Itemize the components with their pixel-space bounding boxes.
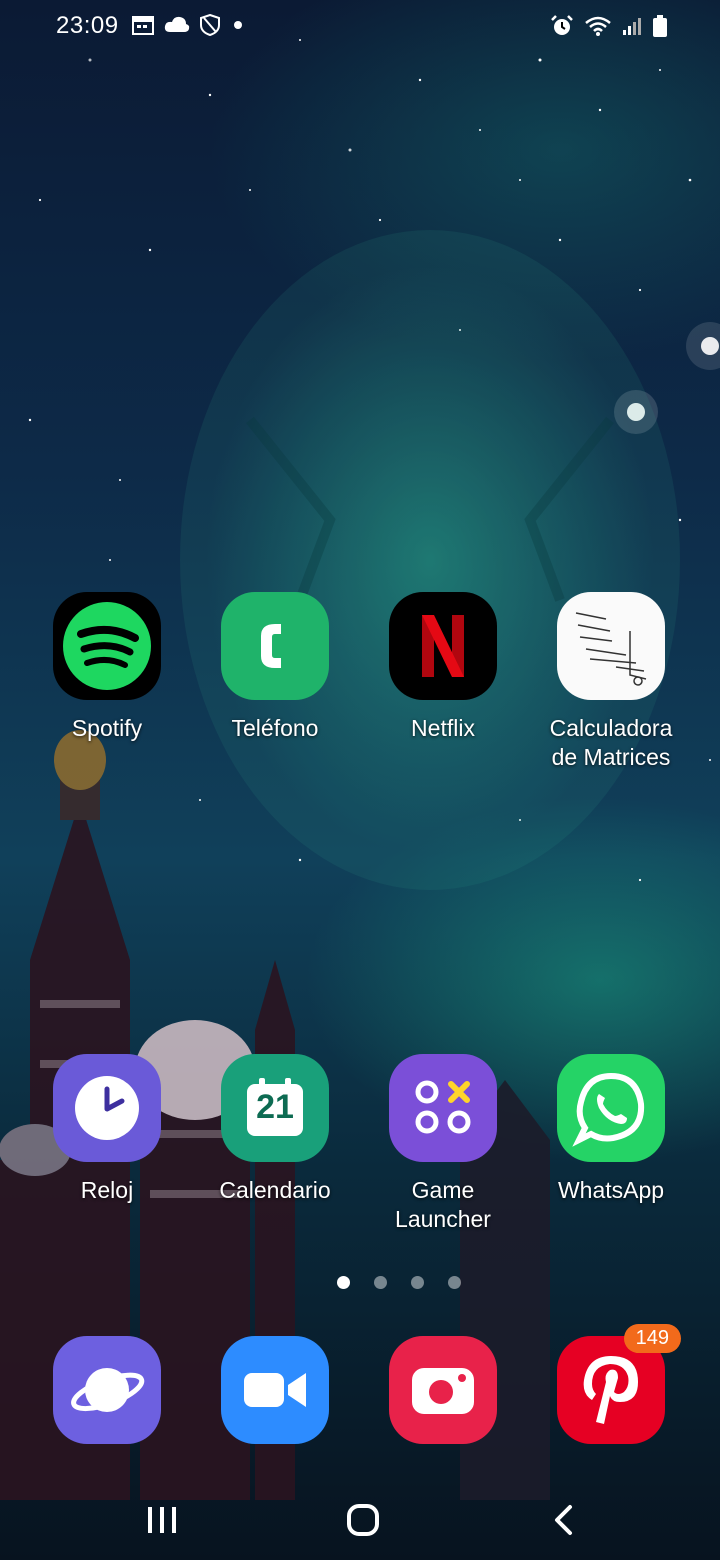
dock-internet[interactable]	[23, 1336, 191, 1444]
page-dot[interactable]	[337, 1276, 350, 1289]
camera-icon	[389, 1336, 497, 1444]
wifi-icon	[584, 15, 612, 42]
calendar-app-icon: 21	[221, 1054, 329, 1162]
app-label: Game Launcher	[395, 1177, 491, 1232]
page-dot[interactable]	[448, 1276, 461, 1289]
dock-pinterest[interactable]: 149	[527, 1324, 695, 1444]
alarm-icon	[550, 14, 574, 43]
page-dot[interactable]	[374, 1276, 387, 1289]
signal-icon	[622, 16, 642, 41]
navigation-bar	[0, 1480, 720, 1560]
app-label: Netflix	[411, 715, 475, 741]
shield-icon	[200, 13, 220, 41]
app-spotify[interactable]: Spotify	[23, 592, 191, 743]
matrix-calculator-icon	[557, 592, 665, 700]
spotify-icon	[53, 592, 161, 700]
calendar-day: 21	[256, 1088, 294, 1126]
pinterest-icon: 149	[557, 1324, 681, 1444]
notification-dot-icon	[230, 17, 246, 38]
app-game-launcher[interactable]: Game Launcher	[359, 1054, 527, 1234]
page-dot-home[interactable]	[300, 1276, 313, 1289]
battery-icon	[652, 14, 668, 43]
game-launcher-icon	[389, 1054, 497, 1162]
notification-badge: 149	[623, 1324, 681, 1353]
status-time: 23:09	[56, 12, 119, 39]
app-label: Calendario	[219, 1177, 331, 1203]
recent-apps-icon	[148, 1507, 176, 1533]
app-calendario[interactable]: 21 Calendario	[191, 1054, 359, 1205]
dock-camera[interactable]	[359, 1336, 527, 1444]
app-reloj[interactable]: Reloj	[23, 1054, 191, 1205]
clock-icon	[53, 1054, 161, 1162]
app-label: WhatsApp	[557, 1177, 665, 1203]
recent-apps-button[interactable]	[132, 1498, 192, 1542]
page-indicator	[300, 1276, 461, 1289]
whatsapp-icon	[557, 1054, 665, 1162]
app-label: Teléfono	[231, 715, 319, 741]
app-whatsapp[interactable]: WhatsApp	[527, 1054, 695, 1205]
back-button[interactable]	[534, 1498, 594, 1542]
status-bar: 23:09	[0, 0, 720, 54]
page-dot[interactable]	[411, 1276, 424, 1289]
app-label: Calculadora de Matrices	[549, 715, 673, 770]
back-icon	[555, 1505, 572, 1535]
wallpaper-stars	[28, 39, 720, 890]
dock-zoom[interactable]	[191, 1336, 359, 1444]
zoom-video-icon	[221, 1336, 329, 1444]
home-button[interactable]	[333, 1498, 393, 1542]
app-telefono[interactable]: Teléfono	[191, 592, 359, 743]
app-netflix[interactable]: Netflix	[359, 592, 527, 743]
netflix-icon	[389, 592, 497, 700]
phone-icon	[221, 592, 329, 700]
app-calculadora-matrices[interactable]: Calculadora de Matrices	[527, 592, 695, 772]
app-label: Spotify	[71, 715, 143, 741]
app-label: Reloj	[80, 1177, 134, 1203]
internet-browser-icon	[53, 1336, 161, 1444]
cloud-icon	[164, 16, 190, 39]
calendar-icon	[132, 15, 154, 40]
home-icon	[347, 1504, 379, 1536]
